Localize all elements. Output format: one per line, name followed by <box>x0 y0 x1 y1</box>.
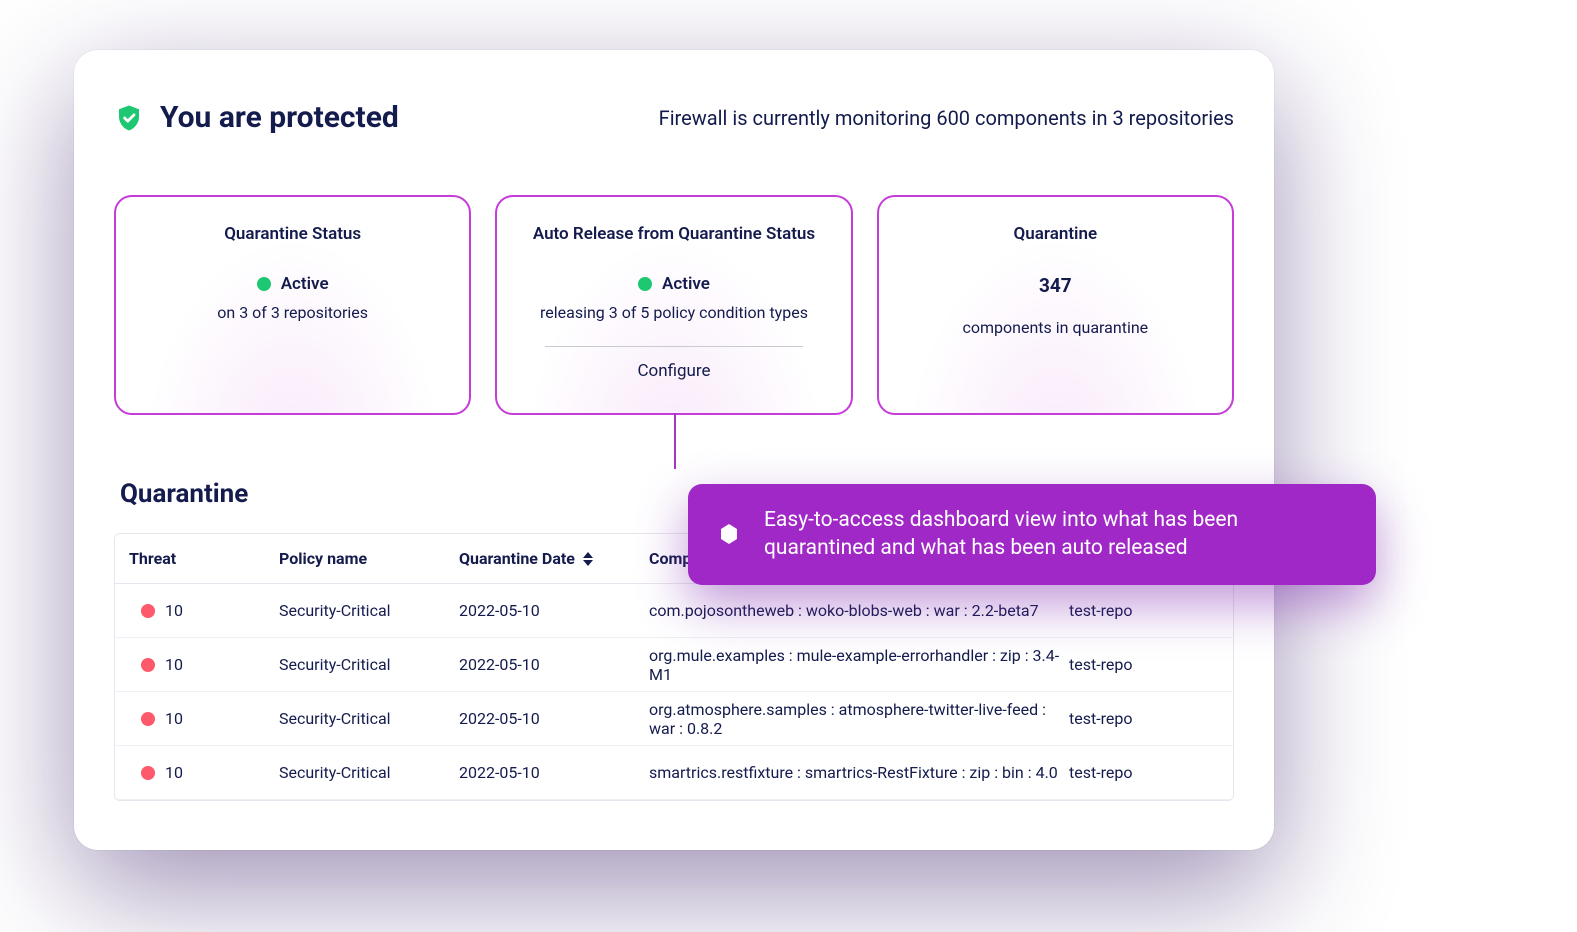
threat-value: 10 <box>165 709 183 728</box>
table-row[interactable]: 10 Security-Critical2022-05-10com.pojoson… <box>115 584 1233 638</box>
component-cell: org.atmosphere.samples : atmosphere-twit… <box>649 700 1069 738</box>
threat-dot-icon <box>141 604 155 618</box>
divider <box>545 346 802 347</box>
threat-cell: 10 <box>129 709 279 728</box>
dashboard-panel: You are protected Firewall is currently … <box>74 50 1274 850</box>
status-cards: Quarantine Status Active on 3 of 3 repos… <box>114 195 1234 415</box>
status-dot-icon <box>257 277 271 291</box>
table-row[interactable]: 10 Security-Critical2022-05-10org.mule.ex… <box>115 638 1233 692</box>
header-subtitle: Firewall is currently monitoring 600 com… <box>659 106 1234 130</box>
component-cell: org.mule.examples : mule-example-errorha… <box>649 646 1069 684</box>
col-date[interactable]: Quarantine Date <box>459 549 649 568</box>
threat-cell: 10 <box>129 763 279 782</box>
hexagon-icon <box>716 521 742 547</box>
threat-dot-icon <box>141 712 155 726</box>
component-cell: smartrics.restfixture : smartrics-RestFi… <box>649 763 1069 782</box>
date-cell: 2022-05-10 <box>459 601 649 620</box>
card-quarantine-count[interactable]: Quarantine 347 components in quarantine <box>877 195 1234 415</box>
col-label: Threat <box>129 549 176 568</box>
status-dot-icon <box>638 277 652 291</box>
header-row: You are protected Firewall is currently … <box>114 100 1234 135</box>
threat-cell: 10 <box>129 601 279 620</box>
threat-value: 10 <box>165 763 183 782</box>
policy-cell: Security-Critical <box>279 763 459 782</box>
info-callout: Easy-to-access dashboard view into what … <box>688 484 1376 585</box>
threat-cell: 10 <box>129 655 279 674</box>
quarantine-count: 347 <box>899 274 1212 297</box>
page-title: You are protected <box>160 100 399 135</box>
shield-check-icon <box>114 103 144 133</box>
date-cell: 2022-05-10 <box>459 709 649 728</box>
configure-link[interactable]: Configure <box>517 361 830 381</box>
card-sub: releasing 3 of 5 policy condition types <box>517 302 830 324</box>
threat-value: 10 <box>165 601 183 620</box>
threat-value: 10 <box>165 655 183 674</box>
repo-cell: test-repo <box>1069 655 1219 674</box>
col-label: Policy name <box>279 549 367 568</box>
card-title: Quarantine Status <box>136 223 449 246</box>
status-line: Active <box>136 274 449 294</box>
date-cell: 2022-05-10 <box>459 763 649 782</box>
card-sub: on 3 of 3 repositories <box>136 302 449 324</box>
callout-connector-line <box>674 413 676 469</box>
col-policy[interactable]: Policy name <box>279 549 459 568</box>
policy-cell: Security-Critical <box>279 655 459 674</box>
policy-cell: Security-Critical <box>279 709 459 728</box>
threat-dot-icon <box>141 658 155 672</box>
card-auto-release[interactable]: Auto Release from Quarantine Status Acti… <box>495 195 852 415</box>
policy-cell: Security-Critical <box>279 601 459 620</box>
date-cell: 2022-05-10 <box>459 655 649 674</box>
col-label: Quarantine Date <box>459 549 575 568</box>
card-quarantine-status[interactable]: Quarantine Status Active on 3 of 3 repos… <box>114 195 471 415</box>
repo-cell: test-repo <box>1069 763 1219 782</box>
callout-text: Easy-to-access dashboard view into what … <box>764 506 1348 563</box>
status-line: Active <box>517 274 830 294</box>
status-label: Active <box>281 274 329 294</box>
repo-cell: test-repo <box>1069 601 1219 620</box>
table-row[interactable]: 10 Security-Critical2022-05-10org.atmosph… <box>115 692 1233 746</box>
component-cell: com.pojosontheweb : woko-blobs-web : war… <box>649 601 1069 620</box>
card-sub: components in quarantine <box>899 317 1212 339</box>
table-body: 10Security-Critical2022-05-10com.pojoson… <box>115 584 1233 800</box>
threat-dot-icon <box>141 766 155 780</box>
table-row[interactable]: 10 Security-Critical2022-05-10smartrics.r… <box>115 746 1233 800</box>
repo-cell: test-repo <box>1069 709 1219 728</box>
header-left: You are protected <box>114 100 399 135</box>
col-threat[interactable]: Threat <box>129 549 279 568</box>
sort-icon <box>583 552 593 566</box>
status-label: Active <box>662 274 710 294</box>
card-title: Auto Release from Quarantine Status <box>517 223 830 246</box>
card-title: Quarantine <box>899 223 1212 246</box>
